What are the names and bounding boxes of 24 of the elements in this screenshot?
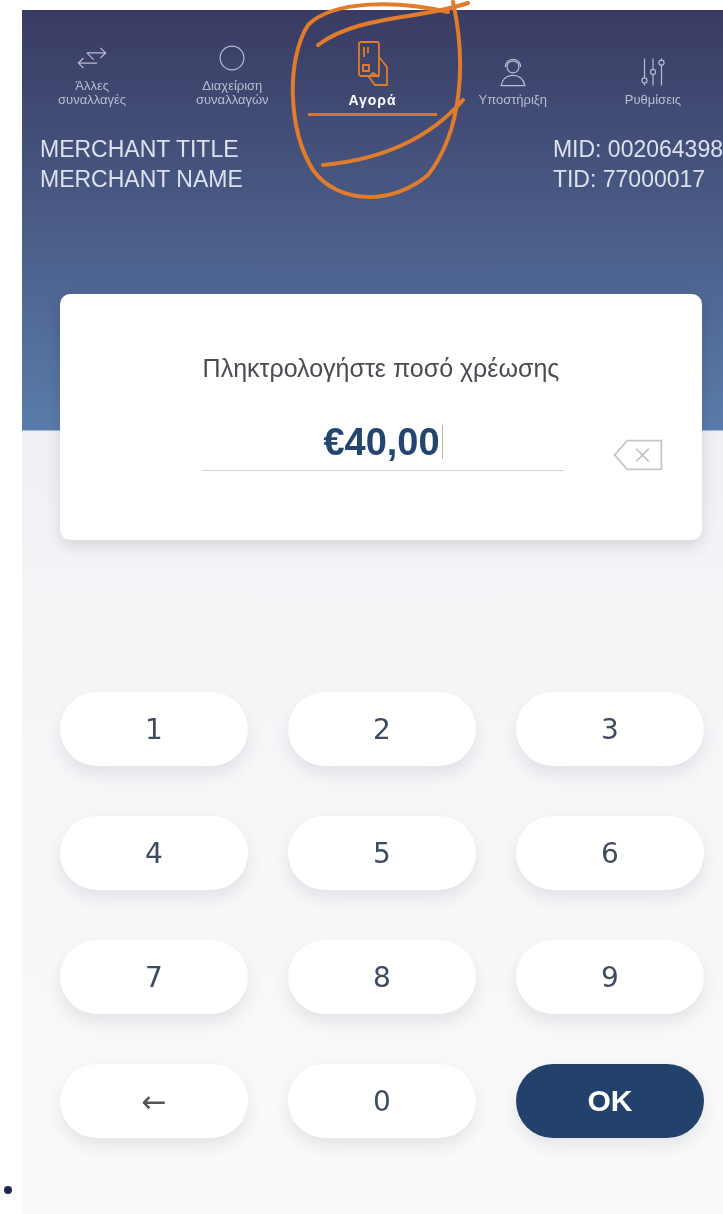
merchant-title: MERCHANT TITLE xyxy=(40,135,240,164)
digit-key[interactable]: 8 xyxy=(288,940,476,1014)
back-key[interactable]: ← xyxy=(60,1064,248,1138)
nav-tab[interactable]: Άλλες συναλλαγές xyxy=(28,10,157,116)
digit-key[interactable]: 5 xyxy=(288,816,476,890)
digit-key[interactable]: 1 xyxy=(60,692,248,766)
merchant-name: MERCHANT NAME xyxy=(40,165,243,194)
nav-tab[interactable]: Αγορά xyxy=(308,10,437,116)
amount-prompt: Πληκτρολογήστε ποσό χρέωσης xyxy=(202,354,560,383)
ok-button[interactable]: OK xyxy=(516,1064,704,1138)
merchant-id: MID: 002064398 xyxy=(552,135,723,164)
digit-key[interactable]: 4 xyxy=(60,816,248,890)
digit-key[interactable]: 0 xyxy=(288,1064,476,1138)
digit-key[interactable]: 3 xyxy=(516,692,704,766)
nav-tab[interactable]: Ρυθμίσεις xyxy=(588,10,717,116)
digit-key[interactable]: 9 xyxy=(516,940,704,1014)
nav-tab[interactable]: Διαχείριση συναλλαγών xyxy=(168,10,297,116)
amount-field[interactable]: €40,00 xyxy=(202,421,564,471)
digit-key[interactable]: 2 xyxy=(288,692,476,766)
terminal-id: TID: 77000017 xyxy=(552,165,707,194)
digit-key[interactable]: 6 xyxy=(516,816,704,890)
digit-key[interactable]: 7 xyxy=(60,940,248,1014)
nav-tab[interactable]: Υποστήριξη xyxy=(448,10,577,116)
dot-icon xyxy=(4,1186,12,1194)
